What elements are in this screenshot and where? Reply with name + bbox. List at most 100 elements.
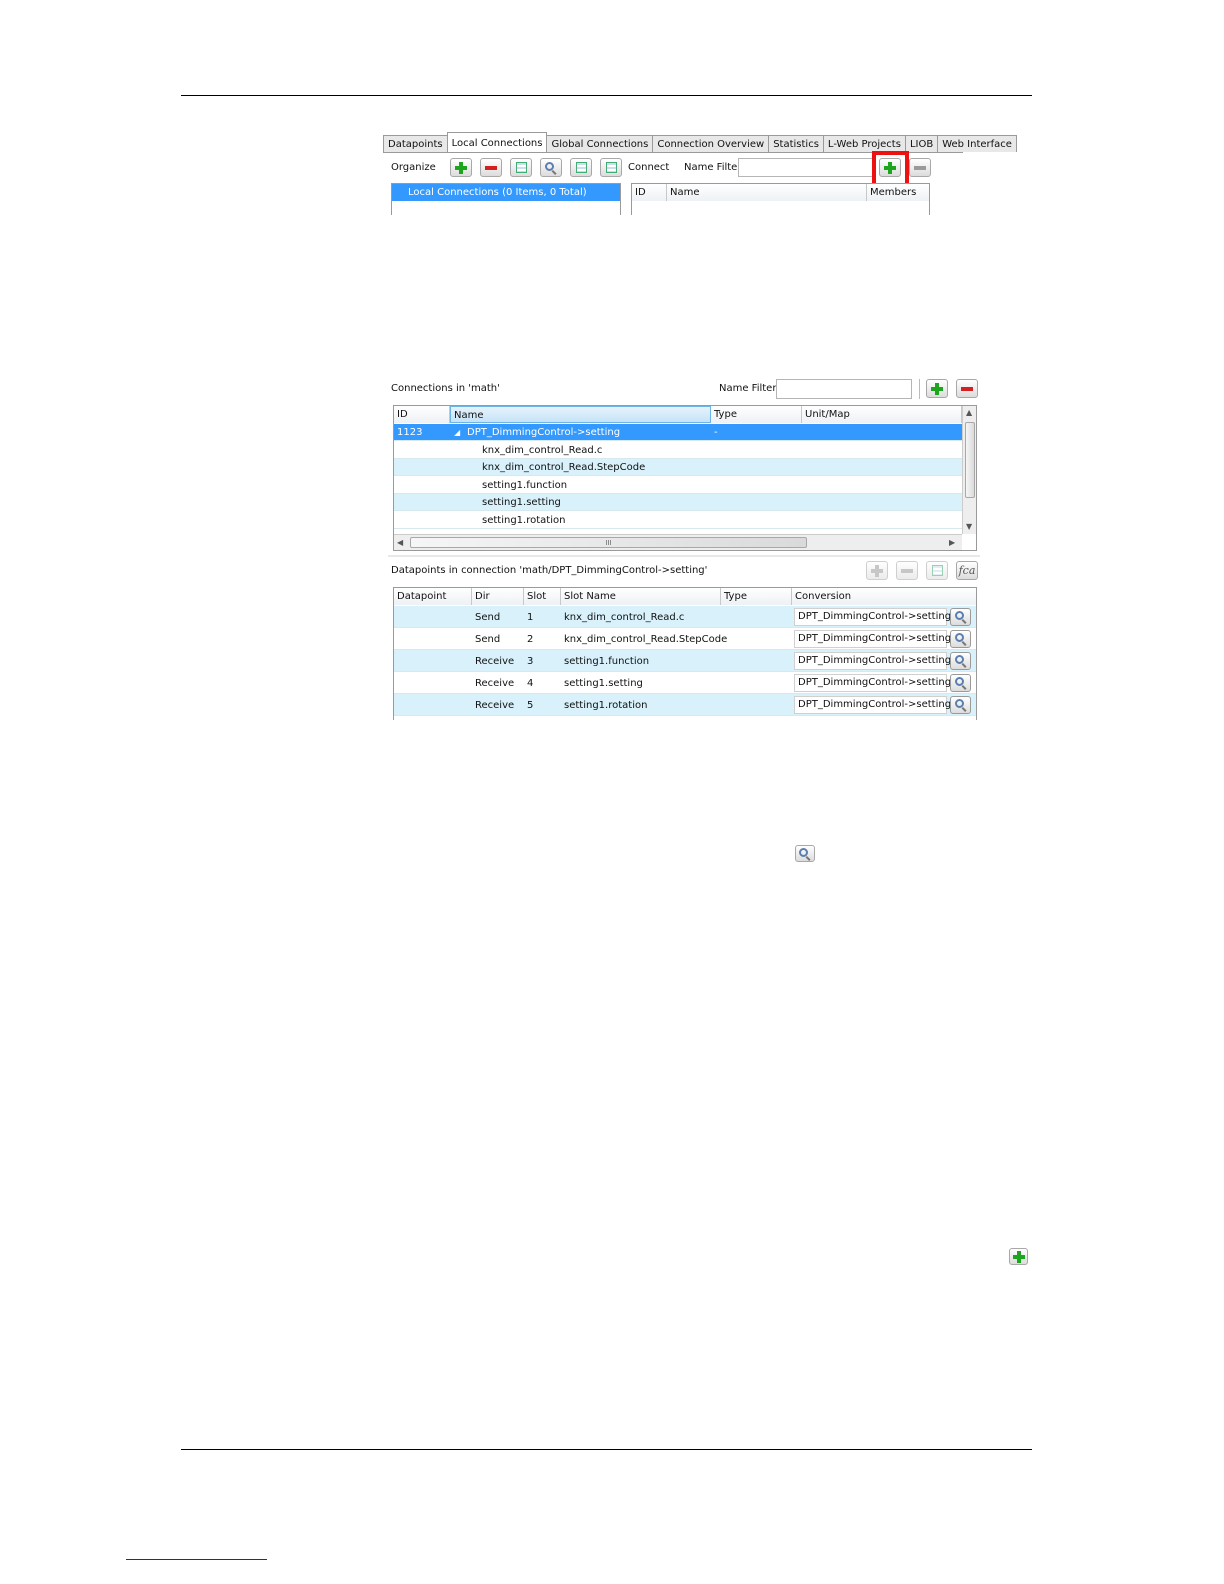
column-type[interactable]: Type: [721, 588, 792, 605]
edit-datapoint-button[interactable]: [926, 561, 948, 580]
select-conversion-button[interactable]: [950, 652, 971, 670]
table-row[interactable]: ◢ 1123 DPT_DimmingControl->setting -: [394, 424, 962, 441]
column-conversion[interactable]: Conversion: [792, 588, 976, 605]
column-slot-name[interactable]: Slot Name: [561, 588, 721, 605]
column-members[interactable]: Members: [867, 184, 929, 201]
tree-item-local-connections[interactable]: Local Connections (0 Items, 0 Total): [392, 184, 620, 201]
scroll-down-arrow[interactable]: ▼: [966, 522, 972, 532]
name-filter-input[interactable]: [776, 379, 912, 399]
magnifier-icon: [954, 611, 964, 620]
id-cell: 1123: [397, 427, 423, 438]
connections-table[interactable]: ID Name Type Unit/Map ◢ 1123 DPT_DimmingCo…: [393, 405, 977, 551]
datapoints-title: Datapoints in connection 'math/DPT_Dimmi…: [391, 565, 708, 576]
minus-icon: [961, 386, 973, 391]
magnifier-icon: [954, 655, 964, 664]
dir-cell: Send: [475, 612, 501, 623]
name-filter-input[interactable]: [738, 158, 873, 177]
name-filter-label: Name Filter: [684, 162, 742, 173]
connection-tree[interactable]: Local Connections (0 Items, 0 Total): [391, 183, 621, 215]
column-type[interactable]: Type: [711, 406, 802, 423]
dir-cell: Receive: [475, 678, 515, 689]
tab-connection-overview[interactable]: Connection Overview: [652, 135, 770, 152]
expand-arrow-icon[interactable]: ◢: [454, 424, 460, 441]
slot-name-cell: knx_dim_control_Read.StepCode: [564, 634, 728, 645]
column-name[interactable]: Name: [667, 184, 867, 201]
slot-name-cell: setting1.setting: [564, 678, 643, 689]
vertical-scrollbar[interactable]: ▲ ▼: [962, 406, 976, 534]
table-row[interactable]: setting1.setting: [394, 494, 962, 511]
plus-icon: [1012, 1250, 1025, 1263]
conversion-field[interactable]: DPT_DimmingControl->setting: [794, 608, 951, 626]
select-conversion-button[interactable]: [950, 630, 971, 648]
dir-cell: Receive: [475, 656, 515, 667]
tab-lweb-projects[interactable]: L-Web Projects: [822, 135, 906, 152]
vertical-scroll-thumb[interactable]: [965, 422, 975, 498]
magnifier-icon: [954, 699, 964, 708]
function-button[interactable]: fca: [956, 561, 978, 580]
add-child-icon: [515, 162, 527, 173]
connect-label: Connect: [628, 162, 670, 173]
tab-liob[interactable]: LIOB: [904, 135, 939, 152]
column-name[interactable]: Name: [450, 406, 711, 423]
tab-global-connections[interactable]: Global Connections: [546, 135, 654, 152]
scroll-up-arrow[interactable]: ▲: [966, 408, 972, 418]
column-dir[interactable]: Dir: [472, 588, 524, 605]
slot-cell: 3: [527, 656, 534, 667]
conversion-field[interactable]: DPT_DimmingControl->setting: [794, 696, 951, 714]
select-conversion-button[interactable]: [950, 674, 971, 692]
scroll-left-arrow[interactable]: ◀: [397, 538, 403, 548]
edit-icon: [931, 565, 943, 576]
column-datapoint[interactable]: Datapoint: [394, 588, 472, 605]
table-row[interactable]: setting1.function: [394, 477, 962, 494]
table-row[interactable]: knx_dim_control_Read.StepCode: [394, 459, 962, 476]
tab-web-interface[interactable]: Web Interface: [937, 135, 1017, 152]
table-row[interactable]: Receive 4 setting1.setting DPT_DimmingContr…: [394, 672, 976, 694]
add-subitem-button[interactable]: [510, 158, 532, 177]
footer-rule: [181, 1449, 1032, 1450]
remove-button[interactable]: [480, 158, 502, 177]
find-button[interactable]: [540, 158, 562, 177]
table-row[interactable]: setting1.rotation: [394, 512, 962, 529]
remove-datapoint-button[interactable]: [896, 561, 918, 580]
dir-cell: Receive: [475, 700, 515, 711]
column-id[interactable]: ID: [632, 184, 667, 201]
slot-cell: 4: [527, 678, 534, 689]
conversion-field[interactable]: DPT_DimmingControl->setting: [794, 674, 951, 692]
add-datapoint-button[interactable]: [866, 561, 888, 580]
tab-datapoints[interactable]: Datapoints: [383, 135, 448, 152]
name-cell: setting1.setting: [482, 497, 561, 508]
horizontal-scrollbar[interactable]: ◀ III ▶: [394, 534, 962, 550]
scroll-right-arrow[interactable]: ▶: [949, 538, 955, 548]
table-row[interactable]: Receive 5 setting1.rotation DPT_DimmingCont…: [394, 694, 976, 716]
conversion-field[interactable]: DPT_DimmingControl->setting: [794, 652, 951, 670]
table-row[interactable]: Send 2 knx_dim_control_Read.StepCode DPT_Di…: [394, 628, 976, 650]
table-row[interactable]: Send 1 knx_dim_control_Read.c DPT_DimmingCo…: [394, 606, 976, 628]
slot-cell: 2: [527, 634, 534, 645]
name-cell: DPT_DimmingControl->setting: [467, 427, 621, 438]
export-button[interactable]: [600, 158, 622, 177]
function-icon: fca: [958, 564, 976, 577]
footer-link-underline[interactable]: [126, 1559, 267, 1560]
organize-label: Organize: [391, 162, 436, 173]
column-id[interactable]: ID: [394, 406, 450, 423]
select-conversion-button[interactable]: [950, 696, 971, 714]
add-button[interactable]: [450, 158, 472, 177]
select-conversion-button[interactable]: [950, 608, 971, 626]
tab-local-connections[interactable]: Local Connections: [446, 132, 548, 153]
conversion-field[interactable]: DPT_DimmingControl->setting: [794, 630, 951, 648]
plus-icon: [871, 564, 883, 577]
table-row[interactable]: knx_dim_control_Read.c: [394, 442, 962, 459]
add-connection-button[interactable]: [926, 379, 948, 398]
table-row[interactable]: Receive 3 setting1.function DPT_DimmingCont…: [394, 650, 976, 672]
remove-connection-button[interactable]: [956, 379, 978, 398]
horizontal-scroll-thumb[interactable]: III: [410, 537, 807, 548]
datapoints-table[interactable]: Datapoint Dir Slot Slot Name Type Conver…: [393, 587, 977, 720]
import-button[interactable]: [570, 158, 592, 177]
splitter[interactable]: [388, 555, 980, 557]
connect-remove-button[interactable]: [909, 158, 931, 177]
slot-name-cell: setting1.function: [564, 656, 650, 667]
column-unit-map[interactable]: Unit/Map: [802, 406, 962, 423]
tab-statistics[interactable]: Statistics: [768, 135, 824, 152]
connections-list[interactable]: ID Name Members: [631, 183, 930, 215]
column-slot[interactable]: Slot: [524, 588, 561, 605]
